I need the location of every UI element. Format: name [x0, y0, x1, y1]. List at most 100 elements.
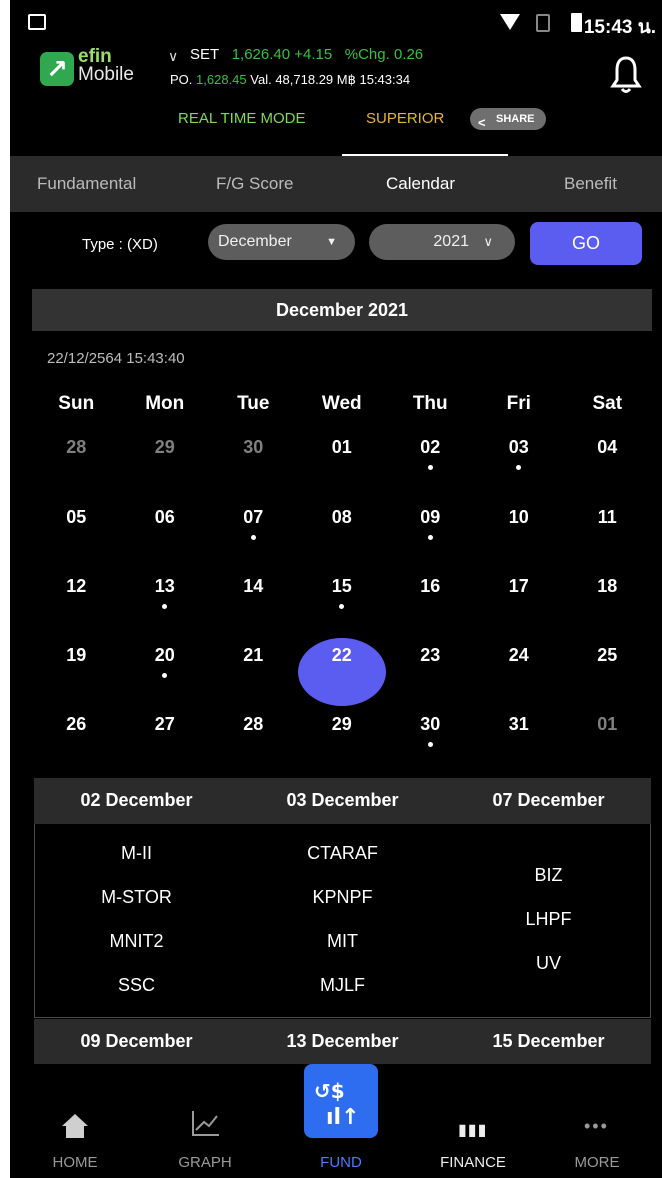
calendar-day[interactable]: 02 — [386, 437, 475, 458]
po-line: PO. 1,628.45 Val. 48,718.29 M฿ 15:43:34 — [170, 72, 410, 88]
event-date-title: 09 December — [80, 1031, 193, 1051]
calendar-day[interactable]: 06 — [121, 507, 210, 528]
event-dot — [516, 465, 522, 470]
month-select[interactable]: December ▼ — [208, 224, 355, 260]
efin-logo-icon: ↗ — [40, 52, 74, 86]
event-symbol[interactable]: M-II — [34, 843, 239, 864]
calendar-day[interactable]: 21 — [209, 645, 298, 666]
calendar-day[interactable]: 17 — [475, 576, 564, 597]
event-dot — [162, 673, 168, 678]
calendar-day[interactable]: 29 — [298, 714, 387, 735]
calendar-day[interactable]: 16 — [386, 576, 475, 597]
calendar-day[interactable]: 24 — [475, 645, 564, 666]
calendar-day[interactable]: 30 — [209, 437, 298, 458]
calendar-day[interactable]: 27 — [121, 714, 210, 735]
tab-fg-score[interactable]: F/G Score — [216, 174, 293, 194]
calendar-day[interactable]: 10 — [475, 507, 564, 528]
calendar-day[interactable]: 01 — [563, 714, 652, 735]
nav-label: HOME — [52, 1154, 98, 1171]
event-symbol[interactable]: UV — [446, 953, 651, 974]
month-select-value: December — [218, 233, 292, 250]
calendar-day[interactable]: 28 — [32, 437, 121, 458]
event-date-title: 02 December — [80, 790, 193, 810]
logo-text-mobile: Mobile — [78, 64, 134, 85]
events-header: 02 December 03 December 07 December — [34, 778, 651, 824]
calendar-day[interactable]: 31 — [475, 714, 564, 735]
calendar-day[interactable]: 07 — [209, 507, 298, 528]
finance-icon: ▮▮▮ — [458, 1122, 488, 1139]
event-symbol[interactable]: MNIT2 — [34, 931, 239, 952]
event-symbol[interactable]: CTARAF — [240, 843, 445, 864]
calendar-day[interactable]: 15 — [298, 576, 387, 597]
calendar-day[interactable]: 19 — [32, 645, 121, 666]
calendar-day[interactable]: 01 — [298, 437, 387, 458]
calendar-day[interactable]: 28 — [209, 714, 298, 735]
bottom-nav: HOME GRAPH ↺$ ıl↑ FUND ▮▮▮ FINANCE ••• M — [10, 1064, 662, 1178]
nav-label: FINANCE — [440, 1154, 506, 1171]
calendar-day[interactable]: 20 — [121, 645, 210, 666]
nav-home[interactable]: HOME — [10, 1064, 140, 1178]
calendar-day[interactable]: 29 — [121, 437, 210, 458]
calendar-day[interactable]: 30 — [386, 714, 475, 735]
event-symbol[interactable]: MJLF — [240, 975, 445, 996]
event-symbol[interactable]: MIT — [240, 931, 445, 952]
nav-label: FUND — [320, 1154, 362, 1171]
weekday-label: Wed — [321, 393, 362, 414]
tab-fundamental[interactable]: Fundamental — [37, 174, 136, 194]
event-dot — [162, 604, 168, 609]
event-dot — [339, 604, 345, 609]
tab-benefit[interactable]: Benefit — [564, 174, 617, 194]
index-line[interactable]: SET 1,626.40 +4.15 %Chg. 0.26 — [190, 46, 423, 63]
event-symbol[interactable]: KPNPF — [240, 887, 445, 908]
svg-text:↺$: ↺$ — [314, 1079, 345, 1103]
event-date-title: 13 December — [286, 1031, 399, 1051]
share-label: SHARE — [496, 113, 535, 125]
nav-graph[interactable]: GRAPH — [140, 1064, 270, 1178]
more-icon: ••• — [584, 1116, 609, 1136]
graph-icon — [192, 1111, 219, 1136]
calendar-day[interactable]: 13 — [121, 576, 210, 597]
go-button[interactable]: GO — [530, 222, 642, 265]
calendar-day[interactable]: 08 — [298, 507, 387, 528]
calendar-day[interactable]: 03 — [475, 437, 564, 458]
event-symbol[interactable]: M-STOR — [34, 887, 239, 908]
chevron-down-icon: ∨ — [483, 234, 493, 249]
tab-calendar[interactable]: Calendar — [386, 174, 455, 194]
type-label: Type : (XD) — [82, 236, 158, 253]
event-symbol[interactable]: LHPF — [446, 909, 651, 930]
event-symbol[interactable]: BIZ — [446, 865, 651, 886]
bell-icon[interactable] — [610, 54, 642, 94]
share-icon: < — [478, 115, 486, 130]
calendar-day[interactable]: 26 — [32, 714, 121, 735]
event-symbol[interactable]: SSC — [34, 975, 239, 996]
calendar-day[interactable]: 23 — [386, 645, 475, 666]
chevron-down-icon: ▼ — [326, 236, 337, 248]
calendar-day[interactable]: 05 — [32, 507, 121, 528]
weekday-label: Tue — [237, 393, 270, 414]
calendar-day[interactable]: 25 — [563, 645, 652, 666]
market-header: ↗ efin Mobile ∨ SET 1,626.40 +4.15 %Chg.… — [10, 44, 662, 156]
calendar-day[interactable]: 09 — [386, 507, 475, 528]
calendar-day[interactable]: 14 — [209, 576, 298, 597]
event-dot — [427, 535, 433, 540]
no-sim-icon — [536, 14, 550, 32]
image-notification-icon — [28, 14, 46, 30]
calendar-day[interactable]: 04 — [563, 437, 652, 458]
calendar-month-title: December 2021 — [32, 289, 652, 331]
weekday-label: Sun — [58, 393, 95, 414]
calendar-day[interactable]: 18 — [563, 576, 652, 597]
battery-icon — [571, 13, 582, 32]
index-name: SET — [190, 46, 220, 63]
nav-more[interactable]: ••• MORE — [532, 1064, 662, 1178]
nav-finance[interactable]: ▮▮▮ FINANCE — [408, 1064, 538, 1178]
calendar-day-selected[interactable]: 22 — [298, 645, 387, 666]
realtime-mode-label: REAL TIME MODE — [178, 110, 306, 127]
chevron-down-icon[interactable]: ∨ — [168, 48, 178, 65]
nav-fund[interactable]: ↺$ ıl↑ FUND — [276, 1064, 406, 1178]
share-button[interactable]: < SHARE — [470, 108, 546, 130]
calendar-day[interactable]: 12 — [32, 576, 121, 597]
calendar-day[interactable]: 11 — [563, 507, 652, 528]
tab-bar: Fundamental F/G Score Calendar Benefit — [10, 156, 662, 212]
year-select-value: 2021 — [433, 233, 469, 250]
year-select[interactable]: 2021 ∨ — [369, 224, 515, 260]
